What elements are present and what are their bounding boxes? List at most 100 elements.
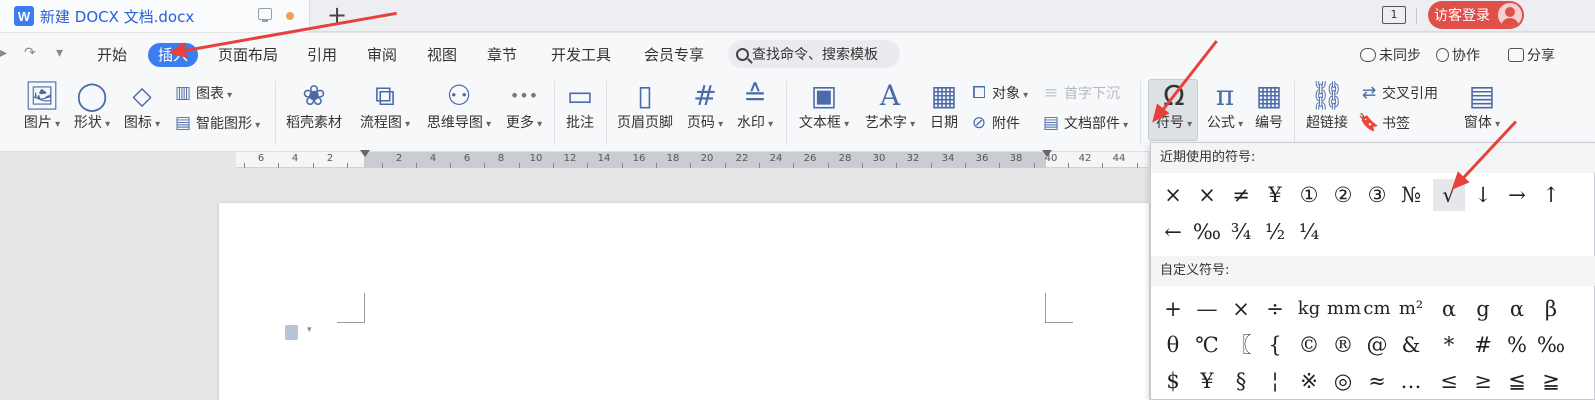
custom-symbol[interactable]: ≦ [1501,365,1533,397]
custom-symbol[interactable]: θ [1157,329,1189,361]
recent-symbol[interactable]: ≠ [1225,179,1257,211]
first-line-indent-marker[interactable] [360,150,370,157]
tab-view[interactable]: 视图 [427,43,457,67]
icon-library-button[interactable]: ⬦ 图标 [120,79,164,133]
recent-symbol[interactable]: ① [1293,179,1325,211]
page-number-button[interactable]: # 页码 [684,79,726,133]
recent-symbol[interactable]: ‰ [1191,216,1223,248]
document-page[interactable]: ▾ [219,203,1149,400]
custom-symbol[interactable]: ¥ [1191,365,1223,397]
custom-symbol[interactable]: m² [1395,293,1427,325]
undo-dropdown-icon[interactable]: ▸ [0,45,7,61]
custom-symbol[interactable]: + [1157,293,1189,325]
mindmap-button[interactable]: ⚇ 思维导图 [424,79,494,133]
recent-symbol[interactable]: ← [1157,216,1189,248]
shape-button[interactable]: ◯ 形状 [70,79,114,133]
recent-symbol[interactable]: → [1501,179,1533,211]
recent-symbol[interactable]: × [1157,179,1189,211]
custom-symbol[interactable]: ℃ [1191,329,1223,361]
tab-review[interactable]: 审阅 [367,43,397,67]
picture-button[interactable]: 🖼 图片 [20,79,64,133]
recent-symbol[interactable]: ↑ [1535,179,1567,211]
watermark-button[interactable]: ≙ 水印 [734,79,776,133]
custom-symbol[interactable]: β [1535,293,1567,325]
custom-symbol[interactable]: $ [1157,365,1189,397]
custom-symbol[interactable]: ≤ [1433,365,1465,397]
sync-status[interactable]: 未同步 [1360,45,1421,65]
custom-symbol[interactable]: ◎ [1327,365,1359,397]
custom-symbol[interactable]: ≧ [1535,365,1567,397]
custom-symbol[interactable]: ≈ [1361,365,1393,397]
custom-symbol[interactable]: ¦ [1259,365,1291,397]
recent-symbol[interactable]: ② [1327,179,1359,211]
stock-material-button[interactable]: ❀ 稻壳素材 [284,79,344,133]
document-tab[interactable]: W 新建 DOCX 文档.docx [0,0,310,32]
monitor-icon[interactable] [258,8,272,22]
share-button[interactable]: 分享 [1508,45,1555,65]
collaborate-button[interactable]: 协作 [1436,45,1480,65]
attachment-button[interactable]: ⊘ 附件 [968,113,1020,133]
tab-member[interactable]: 会员专享 [644,43,704,67]
window-count-icon[interactable]: 1 [1382,6,1406,24]
recent-symbol[interactable]: № [1395,179,1427,211]
custom-symbol[interactable]: 〖 [1225,329,1257,361]
bookmark-button[interactable]: 🔖 书签 [1358,113,1410,133]
wordart-button[interactable]: A 艺术字 [862,79,918,133]
custom-symbol[interactable]: kg [1293,293,1325,325]
custom-symbol[interactable]: # [1467,329,1499,361]
custom-symbol[interactable]: ‰ [1535,329,1567,361]
custom-symbol[interactable]: © [1293,329,1325,361]
custom-symbol[interactable]: cm [1361,293,1393,325]
formula-button[interactable]: π 公式 [1204,79,1246,133]
paste-options-caret[interactable]: ▾ [307,325,312,335]
tab-page-layout[interactable]: 页面布局 [218,43,278,67]
custom-symbol[interactable]: ÷ [1259,293,1291,325]
textbox-button[interactable]: ▣ 文本框 [796,79,852,133]
tab-references[interactable]: 引用 [307,43,337,67]
flowchart-button[interactable]: ⧉ 流程图 [356,79,414,133]
smart-graphic-button[interactable]: ▤ 智能图形 [172,113,260,133]
recent-symbol[interactable]: ③ [1361,179,1393,211]
guest-login-button[interactable]: 访客登录 [1428,1,1524,29]
tab-developer[interactable]: 开发工具 [551,43,611,67]
custom-symbol[interactable]: { [1259,329,1291,361]
date-button[interactable]: ▦ 日期 [928,79,960,133]
custom-symbol[interactable]: @ [1361,329,1393,361]
header-footer-button[interactable]: ▯ 页眉页脚 [614,79,676,133]
recent-symbol[interactable]: ¥ [1259,179,1291,211]
customize-quick-access-icon[interactable]: ▾ [56,45,63,61]
custom-symbol[interactable]: % [1501,329,1533,361]
tab-sections[interactable]: 章节 [487,43,517,67]
chart-button[interactable]: ▥ 图表 [172,83,232,103]
command-search[interactable]: 查找命令、搜索模板 [728,40,900,68]
redo-icon[interactable]: ↷ [24,45,36,61]
custom-symbol[interactable]: g [1467,293,1499,325]
object-button[interactable]: ⧠ 对象 [968,83,1028,103]
recent-symbol[interactable]: ↓ [1467,179,1499,211]
numbering-button[interactable]: ▦ 编号 [1252,79,1286,133]
custom-symbol[interactable]: mm [1327,293,1361,325]
document-parts-button[interactable]: ▤ 文档部件 [1040,113,1128,133]
custom-symbol[interactable]: ※ [1293,365,1325,397]
recent-symbol[interactable]: ¼ [1293,216,1325,248]
custom-symbol[interactable]: — [1191,293,1223,325]
custom-symbol[interactable]: ≥ [1467,365,1499,397]
custom-symbol[interactable]: … [1395,365,1427,397]
recent-symbol[interactable]: × [1191,179,1223,211]
form-window-button[interactable]: ▤ 窗体 [1458,79,1506,133]
drop-cap-button[interactable]: ≡ 首字下沉 [1040,83,1120,103]
custom-symbol[interactable]: ® [1327,329,1359,361]
cross-reference-button[interactable]: ⇄ 交叉引用 [1358,83,1438,103]
paste-options-icon[interactable] [285,325,298,340]
custom-symbol[interactable]: * [1433,329,1465,361]
comment-button[interactable]: ▭ 批注 [562,79,598,133]
recent-symbol[interactable]: ½ [1259,216,1291,248]
custom-symbol[interactable]: α [1501,293,1533,325]
recent-symbol[interactable]: ¾ [1225,216,1257,248]
custom-symbol[interactable]: × [1225,293,1257,325]
hyperlink-button[interactable]: ⛓ 超链接 [1302,79,1352,133]
custom-symbol[interactable]: & [1395,329,1427,361]
custom-symbol[interactable]: § [1225,365,1257,397]
more-button[interactable]: ••• 更多 [502,79,546,133]
custom-symbol[interactable]: α [1433,293,1465,325]
